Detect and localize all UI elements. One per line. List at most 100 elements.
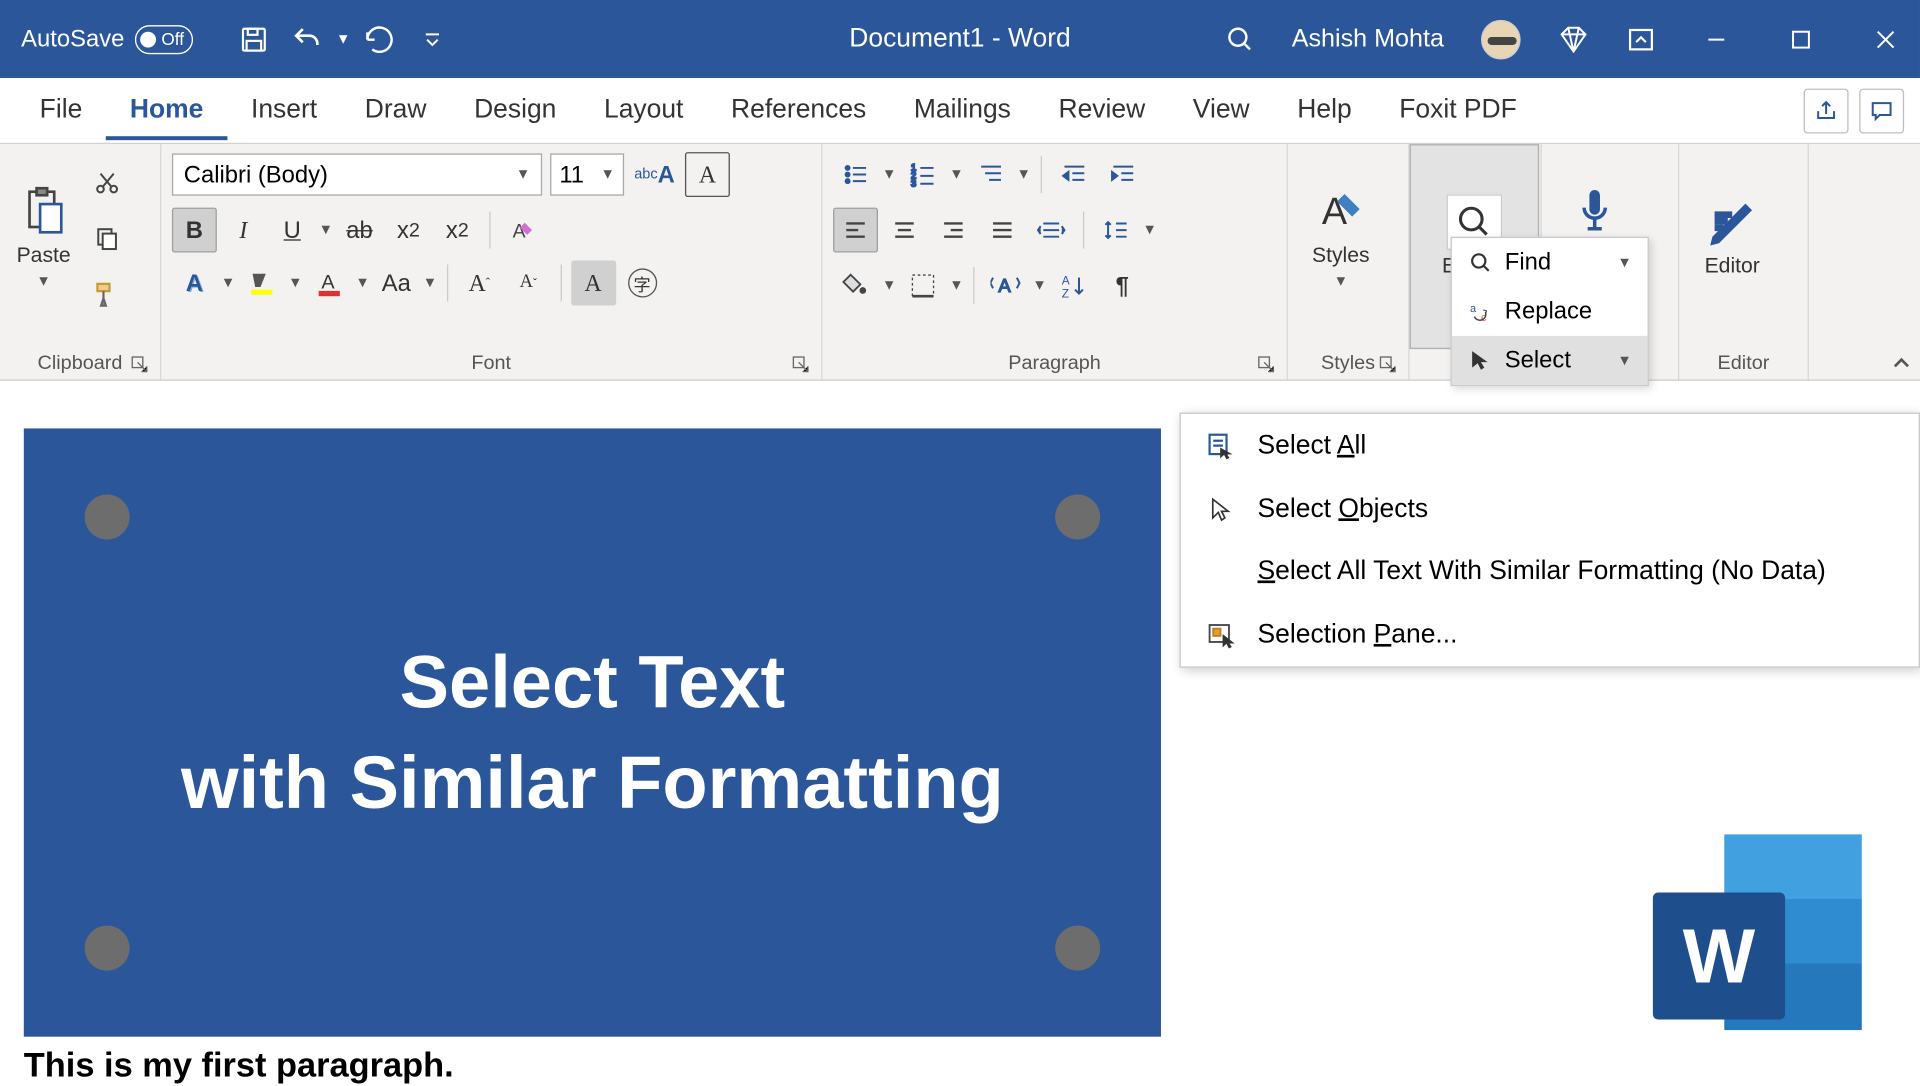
font-name-select[interactable]: Calibri (Body)▼ [172,153,542,195]
user-avatar-icon[interactable] [1481,19,1521,59]
chevron-down-icon[interactable]: ▼ [882,278,896,294]
align-right-icon[interactable] [931,208,976,253]
close-icon[interactable] [1862,15,1910,63]
sort-icon[interactable]: AZ [1051,263,1096,308]
clear-format-icon[interactable]: abcA [632,152,677,197]
align-center-icon[interactable] [882,208,927,253]
justify-icon[interactable] [980,208,1025,253]
borders-icon[interactable] [900,263,945,308]
line-spacing-icon[interactable] [1094,208,1139,253]
tab-home[interactable]: Home [106,81,227,139]
italic-button[interactable]: I [221,208,266,253]
char-scaling-icon[interactable]: A [984,263,1029,308]
search-icon[interactable] [1226,24,1255,53]
tab-file[interactable]: File [16,82,106,139]
tab-mailings[interactable]: Mailings [890,82,1035,139]
bold-button[interactable]: B [172,208,217,253]
save-icon[interactable] [230,15,278,63]
diamond-icon[interactable] [1558,23,1590,55]
chevron-down-icon[interactable]: ▼ [288,275,302,291]
grow-font-icon[interactable]: Aˆ [457,260,502,305]
selection-pane-item[interactable]: Selection Pane... [1181,603,1919,666]
shape-handle[interactable] [1055,495,1100,540]
chevron-down-icon[interactable]: ▼ [1032,278,1046,294]
show-hide-icon[interactable]: ¶ [1100,263,1145,308]
dialog-launcher-icon[interactable] [1379,356,1398,375]
enclose-char-icon[interactable]: 字 [620,260,665,305]
multilevel-icon[interactable] [968,152,1013,197]
toggle-switch[interactable]: Off [135,24,193,53]
cut-icon[interactable] [85,160,130,205]
chevron-down-icon[interactable]: ▼ [1017,167,1031,183]
format-painter-icon[interactable] [85,271,130,316]
ribbon-display-icon[interactable] [1626,24,1655,53]
chevron-down-icon[interactable]: ▼ [949,167,963,183]
tab-draw[interactable]: Draw [341,82,450,139]
text-effects-icon[interactable]: A [172,260,217,305]
minimize-icon[interactable] [1693,15,1741,63]
subscript-button[interactable]: x2 [386,208,431,253]
redo-icon[interactable] [356,15,404,63]
highlight-icon[interactable] [239,260,284,305]
styles-button[interactable]: A Styles ▼ [1298,152,1383,324]
align-left-icon[interactable] [833,208,878,253]
select-item[interactable]: Select ▼ [1452,336,1648,385]
tab-design[interactable]: Design [450,82,580,139]
superscript-button[interactable]: x2 [435,208,480,253]
tab-layout[interactable]: Layout [580,82,707,139]
title-shape[interactable]: Select Text with Similar Formatting [24,428,1161,1036]
collapse-ribbon-icon[interactable] [1891,353,1912,374]
clear-all-format-icon[interactable]: A [500,208,545,253]
chevron-down-icon[interactable]: ▼ [221,275,235,291]
select-all-item[interactable]: Select All [1181,414,1919,477]
change-case-icon[interactable]: Aa [374,260,419,305]
tab-help[interactable]: Help [1273,82,1375,139]
bullets-icon[interactable] [833,152,878,197]
comments-icon[interactable] [1859,88,1904,133]
chevron-down-icon[interactable]: ▼ [423,275,437,291]
tab-view[interactable]: View [1169,82,1273,139]
shape-handle[interactable] [85,495,130,540]
numbering-icon[interactable]: 123 [900,152,945,197]
font-color-icon[interactable]: A [306,260,351,305]
distributed-icon[interactable] [1029,208,1074,253]
shading-icon[interactable] [833,263,878,308]
body-paragraph[interactable]: This is my first paragraph. [24,1045,1161,1086]
character-border-icon[interactable]: A [685,152,730,197]
chevron-down-icon[interactable]: ▼ [882,167,896,183]
dialog-launcher-icon[interactable] [1258,356,1277,375]
shape-handle[interactable] [1055,926,1100,971]
tab-foxit[interactable]: Foxit PDF [1375,82,1540,139]
underline-button[interactable]: U [270,208,315,253]
user-name[interactable]: Ashish Mohta [1292,24,1444,53]
tab-review[interactable]: Review [1035,82,1169,139]
tab-insert[interactable]: Insert [227,82,341,139]
select-objects-item[interactable]: Select Objects [1181,477,1919,540]
chevron-down-icon[interactable]: ▼ [319,222,333,238]
chevron-down-icon[interactable]: ▼ [949,278,963,294]
editor-button[interactable]: Editor [1690,152,1775,324]
autosave-toggle[interactable]: AutoSave Off [21,24,193,53]
undo-icon[interactable] [283,15,331,63]
increase-indent-icon[interactable] [1100,152,1145,197]
find-item[interactable]: Find ▼ [1452,238,1648,287]
char-shading-icon[interactable]: A [571,260,616,305]
share-icon[interactable] [1804,88,1849,133]
replace-item[interactable]: ac Replace [1452,287,1648,336]
chevron-down-icon[interactable]: ▼ [355,275,369,291]
customize-qat-icon[interactable] [409,15,457,63]
tab-references[interactable]: References [707,82,890,139]
dialog-launcher-icon[interactable] [131,356,150,375]
dialog-launcher-icon[interactable] [792,356,811,375]
undo-more-icon[interactable]: ▼ [336,31,350,47]
paste-button[interactable]: Paste ▼ [11,152,77,324]
decrease-indent-icon[interactable] [1051,152,1096,197]
maximize-icon[interactable] [1777,15,1825,63]
shrink-font-icon[interactable]: Aˇ [506,260,551,305]
font-size-select[interactable]: 11▼ [550,153,624,195]
copy-icon[interactable] [85,216,130,261]
shape-handle[interactable] [85,926,130,971]
chevron-down-icon[interactable]: ▼ [1142,222,1156,238]
strikethrough-button[interactable]: ab [337,208,382,253]
select-similar-item[interactable]: Select All Text With Similar Formatting … [1181,541,1919,603]
